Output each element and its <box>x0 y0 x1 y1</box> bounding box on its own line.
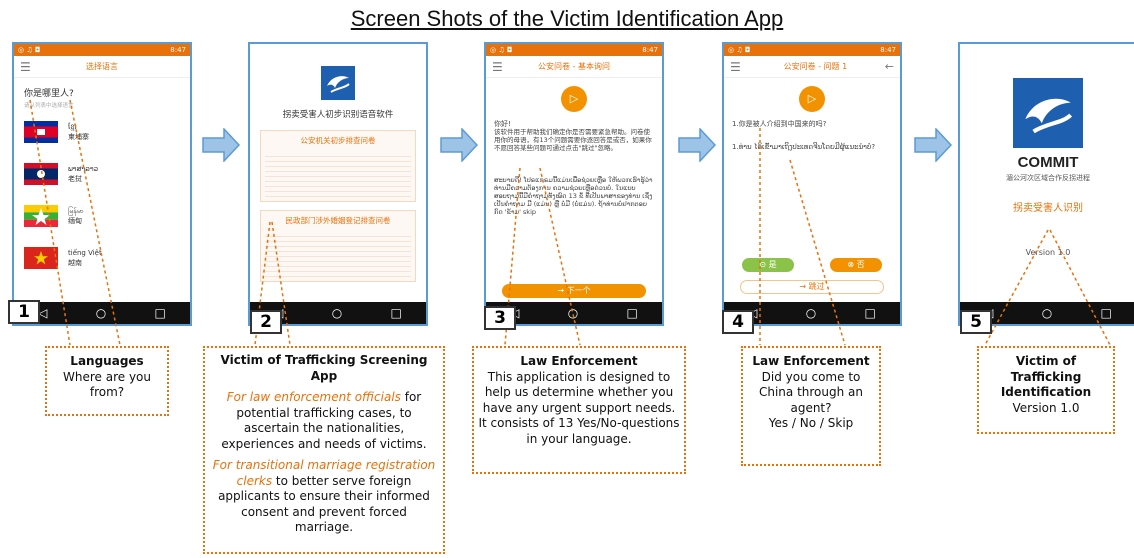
callout-body: This application is designed to help us … <box>478 369 680 446</box>
callout-title: Law Enforcement <box>752 354 870 368</box>
callout-title: Languages <box>70 354 144 368</box>
step-number-4: 4 <box>722 310 754 334</box>
callout-languages: Languages Where are you from? <box>45 346 169 416</box>
callout-screening-app: Victim of Trafficking Screening App For … <box>203 346 445 554</box>
callout-answers: Yes / No / Skip <box>768 416 854 430</box>
callout-body: Where are you from? <box>63 369 151 400</box>
callout-victim-identification: Victim of Trafficking Identification Ver… <box>977 346 1115 434</box>
step-number-3: 3 <box>484 306 516 330</box>
callout-paragraph-marriage-clerks: For transitional marriage registration c… <box>211 458 437 536</box>
step-number-5: 5 <box>960 310 992 334</box>
highlight-text: For law enforcement officials <box>226 390 401 404</box>
step-number-2: 2 <box>250 310 282 334</box>
callout-title: Victim of Trafficking Screening App <box>220 353 428 383</box>
callout-leader-lines <box>29 99 1111 346</box>
callout-title: Law Enforcement <box>520 354 638 368</box>
callout-law-enforcement-question: Law Enforcement Did you come to China th… <box>741 346 881 466</box>
callout-title: Victim of Trafficking Identification <box>1000 354 1092 399</box>
figure: Screen Shots of the Victim Identificatio… <box>0 0 1134 558</box>
callout-body: Version 1.0 <box>1012 400 1080 415</box>
callout-law-enforcement-intro: Law Enforcement This application is desi… <box>472 346 686 474</box>
callout-body: Did you come to China through an agent? <box>758 369 863 415</box>
step-number-1: 1 <box>8 300 40 324</box>
callout-paragraph-law-enforcement: For law enforcement officials for potent… <box>211 390 437 452</box>
